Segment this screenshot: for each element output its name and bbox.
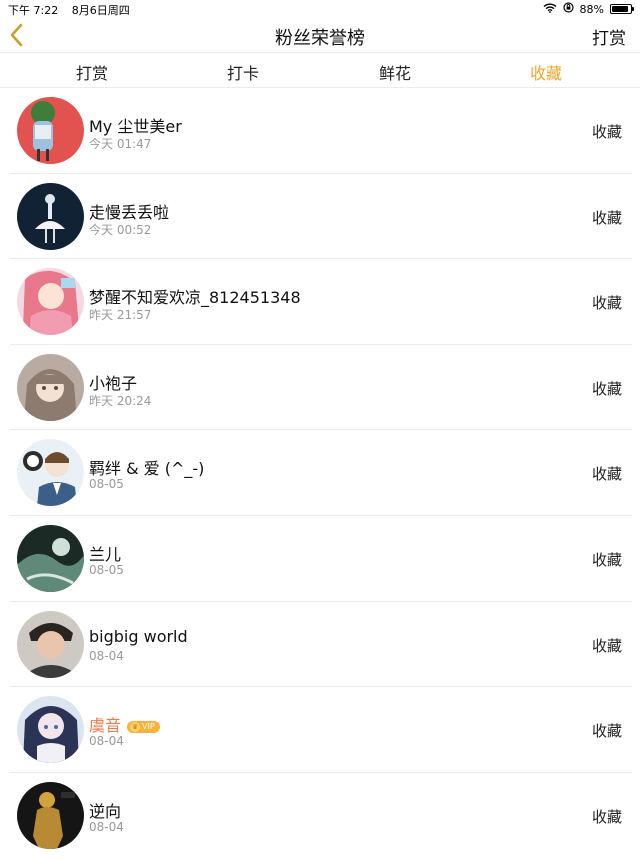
wifi-icon — [543, 3, 557, 16]
user-time: 08-04 — [89, 819, 124, 834]
user-time: 昨天 21:57 — [89, 308, 152, 323]
avatar — [17, 439, 84, 507]
favorite-label[interactable]: 收藏 — [592, 806, 622, 827]
user-time: 今天 00:52 — [89, 222, 152, 237]
reward-button[interactable]: 打赏 — [592, 24, 626, 49]
status-date: 8月6日周四 — [71, 4, 130, 17]
tab-flowers[interactable]: 鲜花 — [379, 60, 411, 84]
status-bar: 下午 7:22 8月6日周四 88% — [0, 0, 640, 18]
crown-icon: ♛ — [130, 722, 141, 733]
favorite-label[interactable]: 收藏 — [592, 121, 622, 142]
avatar — [17, 353, 84, 421]
list-item[interactable]: 虞音 ♛ VIP 08-04 收藏 — [0, 687, 640, 773]
avatar — [17, 97, 84, 164]
user-time: 08-05 — [89, 562, 124, 577]
favorite-label[interactable]: 收藏 — [592, 292, 622, 313]
avatar — [17, 610, 84, 678]
list-item[interactable]: 羁绊 & 爱 (^_-) 08-05 收藏 — [0, 430, 640, 516]
vip-badge: ♛ VIP — [127, 721, 160, 734]
favorite-label[interactable]: 收藏 — [592, 635, 622, 656]
user-name: My 尘世美er — [89, 117, 182, 136]
user-name: 逆向 — [89, 801, 122, 821]
favorite-label[interactable]: 收藏 — [592, 720, 622, 741]
user-name: bigbig world — [89, 626, 188, 646]
favorite-label[interactable]: 收藏 — [592, 207, 622, 228]
nav-bar: 粉丝荣誉榜 打赏 — [0, 18, 640, 52]
list-item[interactable]: 梦醒不知爱欢凉_812451348 昨天 21:57 收藏 — [0, 259, 640, 345]
favorite-label[interactable]: 收藏 — [592, 463, 622, 484]
tab-reward[interactable]: 打赏 — [76, 60, 108, 84]
user-time: 08-05 — [89, 477, 124, 492]
page-title: 粉丝荣誉榜 — [275, 28, 365, 49]
user-time: 08-04 — [89, 648, 124, 663]
user-name: 走慢丢丢啦 — [89, 202, 170, 222]
avatar — [17, 524, 84, 592]
user-name: 羁绊 & 爱 (^_-) — [89, 459, 205, 479]
fan-list: My 尘世美er 今天 01:47 收藏 走慢丢丢啦 今天 00:52 收藏 梦… — [0, 88, 640, 858]
user-name-vip: 虞音 ♛ VIP — [89, 712, 160, 736]
tab-bar: 打赏 打卡 鲜花 收藏 — [0, 53, 640, 87]
list-item[interactable]: 兰儿 08-05 收藏 — [0, 516, 640, 602]
status-right: 88% — [543, 2, 634, 16]
user-time: 昨天 20:24 — [89, 393, 152, 408]
avatar — [17, 696, 84, 764]
user-name: 梦醒不知爱欢凉_812451348 — [89, 288, 301, 308]
user-name: 虞音 — [89, 716, 122, 736]
tab-checkin[interactable]: 打卡 — [227, 60, 259, 84]
status-left: 下午 7:22 8月6日周四 — [8, 2, 140, 18]
list-item[interactable]: 逆向 08-04 收藏 — [0, 773, 640, 858]
user-time: 08-04 — [89, 734, 124, 749]
vip-label: VIP — [142, 722, 155, 732]
battery-icon — [610, 4, 634, 14]
favorite-label[interactable]: 收藏 — [592, 549, 622, 570]
list-item[interactable]: 走慢丢丢啦 今天 00:52 收藏 — [0, 174, 640, 260]
list-item[interactable]: bigbig world 08-04 收藏 — [0, 602, 640, 688]
battery-percent: 88% — [579, 2, 604, 16]
avatar — [17, 781, 84, 849]
status-time: 下午 7:22 — [8, 4, 59, 17]
battery-fill — [612, 6, 628, 12]
orientation-lock-icon — [562, 2, 574, 16]
user-name: 兰儿 — [89, 544, 122, 564]
list-item[interactable]: My 尘世美er 今天 01:47 收藏 — [0, 88, 640, 174]
favorite-label[interactable]: 收藏 — [592, 378, 622, 399]
avatar — [17, 182, 84, 250]
tab-favorites[interactable]: 收藏 — [530, 60, 562, 84]
user-name: 小袍子 — [89, 373, 138, 393]
list-item[interactable]: 小袍子 昨天 20:24 收藏 — [0, 345, 640, 431]
avatar — [17, 268, 84, 336]
user-time: 今天 01:47 — [89, 137, 152, 151]
